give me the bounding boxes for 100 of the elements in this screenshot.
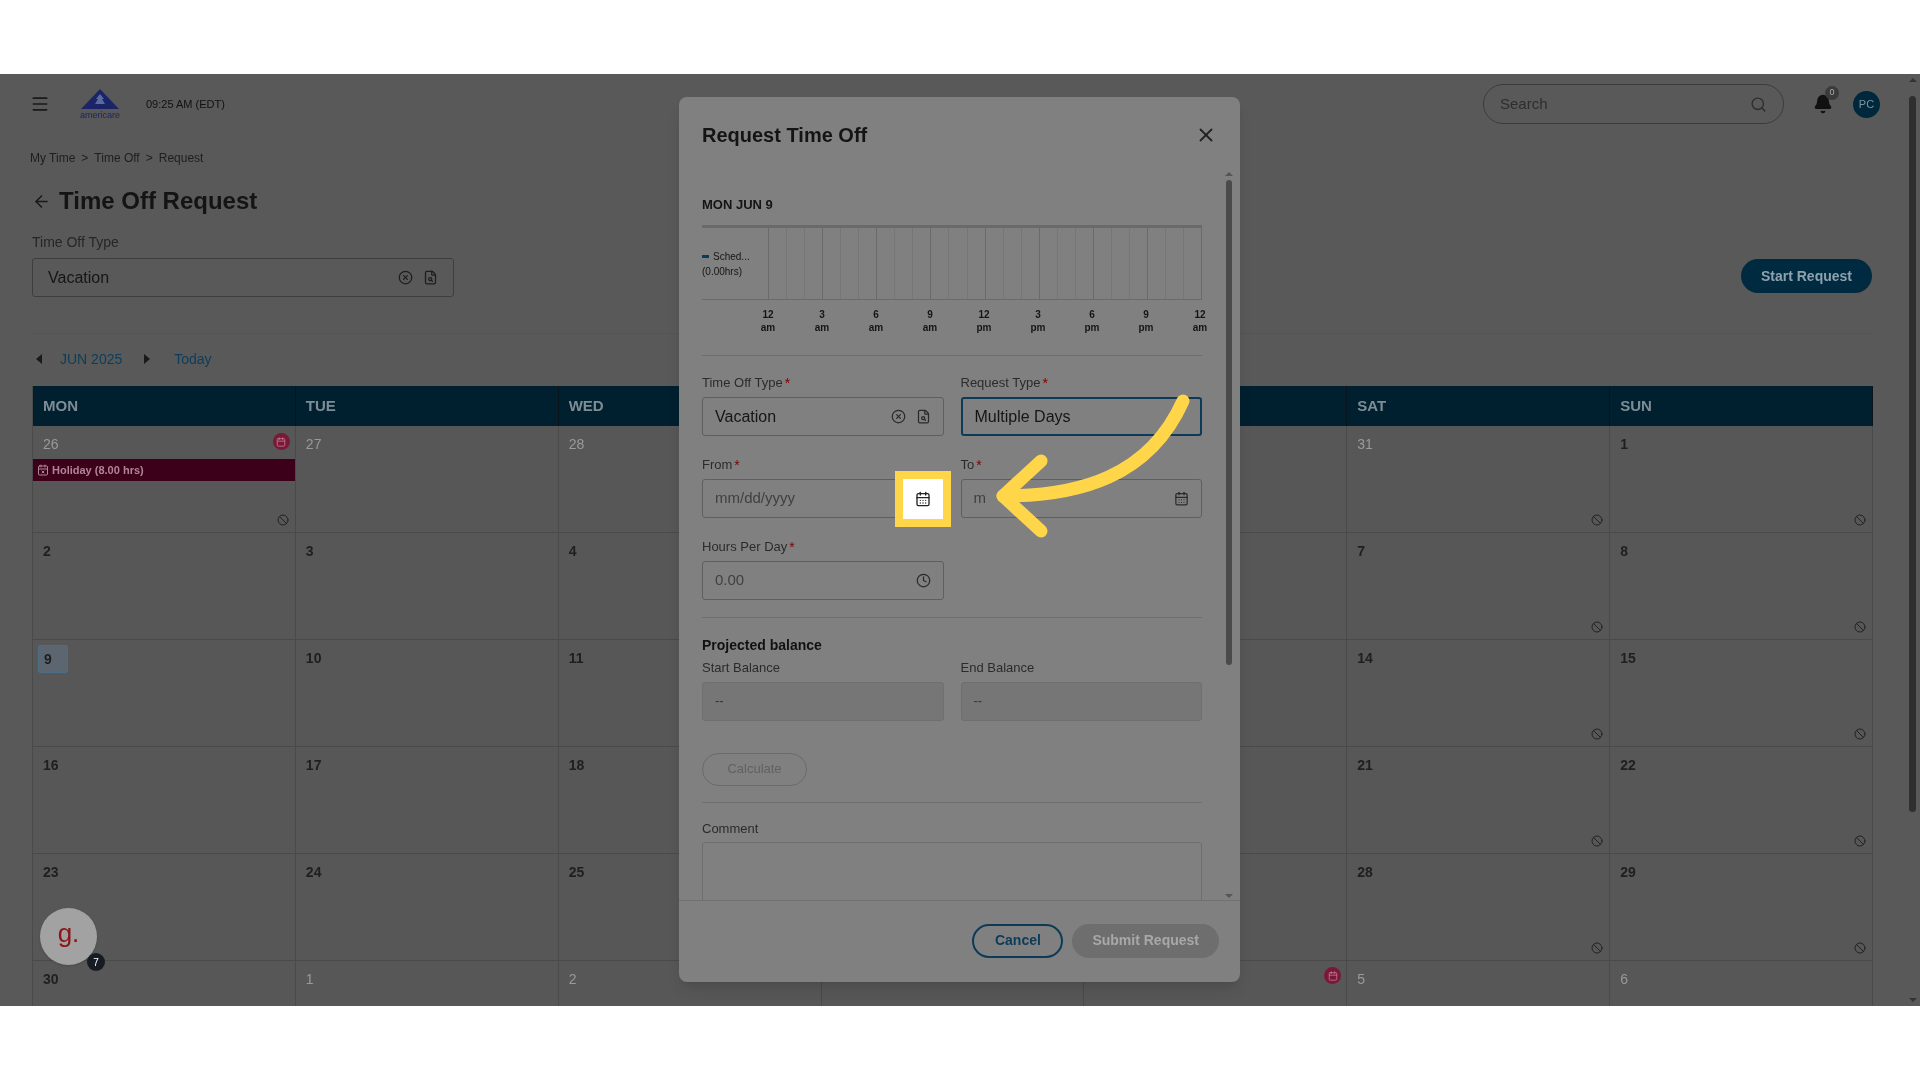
day-number: 30 — [43, 970, 59, 989]
balance-field: -- — [960, 681, 1202, 721]
tick-label: 3 am — [813, 308, 831, 334]
day-cell[interactable]: 3 — [295, 533, 559, 640]
scrollbar-thumb[interactable] — [1909, 96, 1916, 812]
required-mark: * — [784, 373, 791, 393]
tick-label: 12 am — [1191, 308, 1209, 334]
day-number: 28 — [1357, 863, 1373, 882]
scroll-down-icon[interactable] — [1225, 894, 1233, 898]
day-cell[interactable]: 8 — [1610, 533, 1873, 640]
required-mark: * — [1042, 373, 1048, 393]
day-number: 28 — [568, 435, 585, 454]
day-number: 7 — [1357, 542, 1366, 561]
tick-label: 9 am — [921, 308, 939, 334]
day-cell[interactable]: 21 — [1347, 747, 1611, 854]
day-cell[interactable]: 7 — [1347, 533, 1611, 640]
required-mark: * — [789, 537, 795, 557]
weekday-header: TUE — [305, 395, 336, 416]
scrollbar-thumb[interactable] — [1226, 180, 1232, 665]
required-mark: * — [734, 455, 740, 475]
clear-icon[interactable] — [890, 409, 906, 424]
calendar-button[interactable] — [902, 479, 943, 519]
current-time: 09:25 AM (EDT) — [146, 96, 225, 112]
lookup-field[interactable]: Vacation — [702, 397, 944, 436]
notification-count: 0 — [1825, 86, 1839, 100]
day-number: 17 — [305, 756, 322, 775]
today-marker: 9 — [38, 645, 68, 673]
start-request-button[interactable]: Start Request — [1740, 259, 1872, 293]
lookup-icon[interactable] — [423, 270, 438, 285]
breadcrumb-separator: > — [145, 150, 153, 167]
field-label: Time Off Type — [702, 374, 783, 393]
day-cell[interactable]: 31 — [1347, 426, 1611, 533]
select-value: Multiple Days — [974, 406, 1072, 427]
tick-label: 12 pm — [975, 308, 993, 334]
day-cell[interactable]: 10 — [295, 640, 559, 747]
day-cell[interactable]: 16 — [33, 747, 296, 854]
day-number: 23 — [43, 863, 59, 882]
day-number: 24 — [305, 863, 322, 882]
clock-icon[interactable] — [915, 573, 931, 588]
day-heading: MON JUN 9 — [702, 196, 774, 214]
balance-field: -- — [702, 681, 944, 721]
scroll-up-icon[interactable] — [1225, 172, 1233, 176]
scroll-down-icon[interactable] — [1908, 998, 1917, 1002]
day-cell[interactable]: 14 — [1347, 640, 1611, 747]
next-month-icon[interactable] — [144, 354, 151, 364]
weekday-header: SUN — [1620, 395, 1652, 416]
field-label: Request Type — [960, 374, 1041, 393]
day-cell[interactable]: 27 — [295, 426, 559, 533]
lookup-icon[interactable] — [915, 409, 931, 424]
day-cell[interactable]: 15 — [1610, 640, 1873, 747]
legend-hours: (0.00hrs) — [702, 264, 743, 279]
previous-month-icon[interactable] — [36, 354, 42, 364]
calendar-icon[interactable] — [1174, 491, 1189, 506]
lookup-field[interactable]: Vacation — [32, 258, 454, 297]
date-input[interactable]: m — [973, 487, 1174, 510]
menu-icon[interactable] — [30, 94, 50, 114]
day-number: 18 — [568, 756, 585, 775]
day-cell[interactable]: 26 Holiday (8.00 hrs) — [33, 426, 296, 533]
section-heading: Projected balance — [702, 636, 823, 655]
day-number: 8 — [1620, 542, 1628, 561]
day-cell[interactable]: 17 — [295, 747, 559, 854]
day-number: 26 — [43, 435, 59, 454]
day-cell[interactable]: 1 — [1610, 426, 1873, 533]
day-number: 1 — [305, 970, 314, 989]
field-value: Vacation — [715, 406, 778, 427]
day-number: 15 — [1620, 649, 1636, 668]
breadcrumb-link[interactable]: My Time — [30, 149, 76, 167]
tick-label: 6 pm — [1083, 308, 1101, 334]
field-value: Vacation — [48, 267, 111, 288]
day-number: 3 — [305, 542, 314, 561]
search-icon[interactable] — [1750, 95, 1767, 113]
breadcrumb-link[interactable]: Time Off — [94, 149, 140, 167]
date-input[interactable]: mm/dd/yyyy — [715, 487, 915, 510]
clear-icon[interactable] — [398, 270, 413, 285]
hours-input[interactable]: 0.00 — [715, 569, 916, 592]
day-cell[interactable]: 29 — [1610, 854, 1873, 961]
day-cell[interactable]: 9 — [33, 640, 296, 747]
scroll-up-icon[interactable] — [1908, 78, 1917, 82]
month-label[interactable]: JUN 2025 — [60, 348, 123, 370]
calendar-icon — [914, 491, 931, 507]
day-number: 14 — [1357, 649, 1373, 668]
field-label: To — [960, 456, 975, 475]
day-cell[interactable]: 24 — [295, 854, 559, 961]
holiday-event[interactable]: Holiday (8.00 hrs) — [33, 459, 295, 481]
day-cell[interactable]: 28 — [1347, 854, 1611, 961]
day-number: 4 — [568, 542, 577, 561]
legend-label: Sched... — [713, 249, 750, 264]
day-cell[interactable]: 2 — [33, 533, 296, 640]
select-field[interactable]: Multiple Days — [960, 397, 1202, 436]
hours-field[interactable]: 0.00 — [702, 561, 944, 600]
today-link[interactable]: Today — [174, 348, 212, 370]
field-label: Hours Per Day — [702, 538, 788, 557]
cancel-button[interactable]: Cancel — [972, 923, 1064, 958]
day-number: 22 — [1620, 756, 1636, 775]
day-cell[interactable]: 22 — [1610, 747, 1873, 854]
user-avatar[interactable]: PC — [1853, 90, 1880, 118]
day-number: 29 — [1620, 863, 1636, 882]
day-number: 1 — [1620, 435, 1628, 454]
day-number: 21 — [1357, 756, 1373, 775]
weekday-header: WED — [568, 395, 604, 416]
